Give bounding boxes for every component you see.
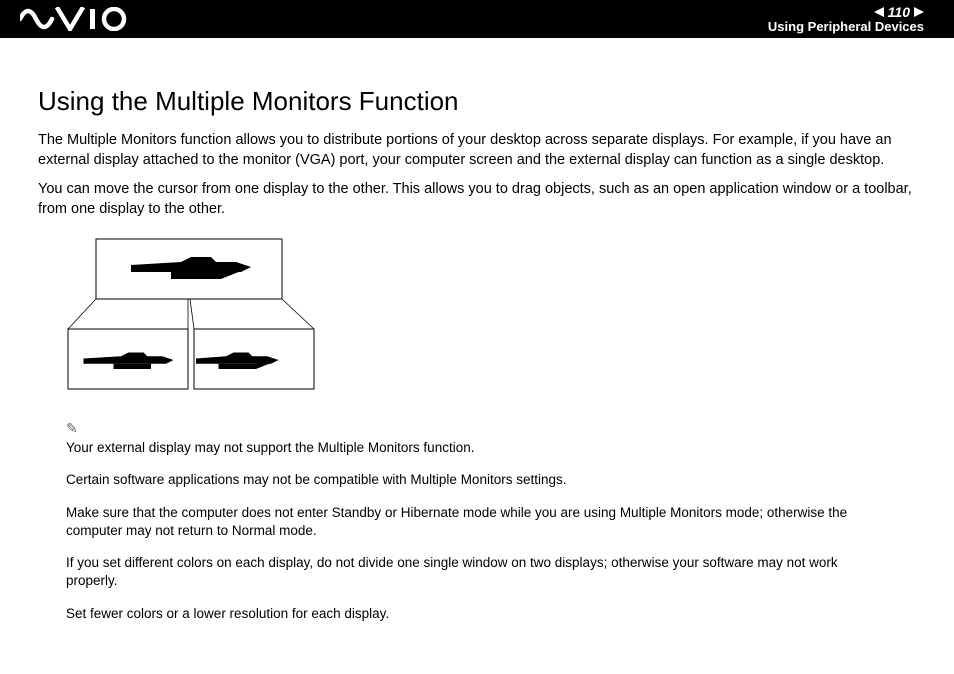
prev-page-arrow-icon[interactable] [874, 4, 884, 20]
paragraph: The Multiple Monitors function allows yo… [38, 131, 916, 170]
section-name: Using Peripheral Devices [768, 19, 924, 34]
next-page-arrow-icon[interactable] [914, 4, 924, 20]
note: Make sure that the computer does not ent… [66, 504, 878, 540]
paragraph: You can move the cursor from one display… [38, 180, 916, 219]
note: Certain software applications may not be… [66, 471, 878, 489]
note-pencil-icon: ✎ [66, 420, 916, 437]
note: Your external display may not support th… [66, 439, 878, 457]
vaio-logo [20, 7, 130, 31]
multi-monitor-diagram [66, 237, 916, 402]
page-number: 110 [888, 4, 910, 20]
page-number-nav: 110 [874, 4, 924, 20]
note: Set fewer colors or a lower resolution f… [66, 605, 878, 623]
content-area: Using the Multiple Monitors Function The… [0, 38, 954, 623]
header-right: 110 Using Peripheral Devices [768, 4, 924, 34]
page-title: Using the Multiple Monitors Function [38, 86, 916, 117]
note: If you set different colors on each disp… [66, 554, 878, 590]
header-bar: 110 Using Peripheral Devices [0, 0, 954, 38]
